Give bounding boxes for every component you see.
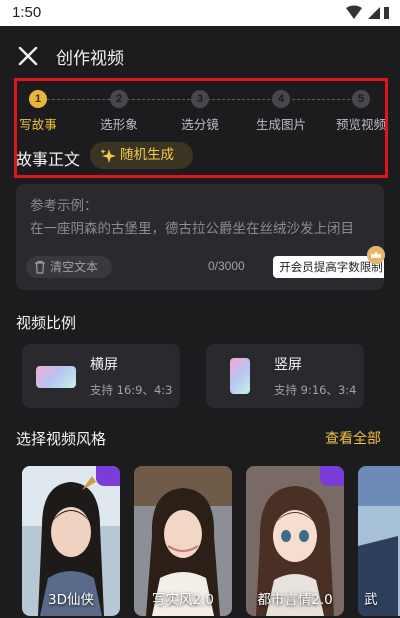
step-preview-video[interactable]: 5 预览视频 bbox=[324, 88, 398, 133]
style-label: 3D仙侠 bbox=[48, 592, 94, 608]
step-generate-images[interactable]: 4 生成图片 bbox=[244, 88, 318, 133]
step-label: 选形象 bbox=[100, 117, 138, 132]
trash-icon bbox=[35, 260, 45, 274]
style-card-3d-xianxia[interactable]: 3D仙侠 bbox=[22, 466, 120, 616]
style-section-title: 选择视频风格 bbox=[16, 430, 107, 448]
step-choose-storyboard[interactable]: 3 选分镜 bbox=[163, 88, 237, 133]
step-number: 2 bbox=[110, 90, 128, 108]
see-all-link[interactable]: 查看全部 bbox=[325, 428, 381, 448]
clear-text-label: 清空文本 bbox=[50, 260, 99, 274]
style-tag-badge bbox=[96, 466, 120, 486]
step-label: 选分镜 bbox=[181, 117, 219, 132]
style-card-realistic[interactable]: 写实风2.0 bbox=[134, 466, 232, 616]
step-number: 1 bbox=[29, 90, 47, 108]
random-generate-button[interactable]: 随机生成 bbox=[90, 142, 193, 169]
landscape-thumbnail bbox=[36, 366, 76, 388]
step-progress: 1 写故事 2 选形象 3 选分镜 4 生成图片 5 预览视频 bbox=[16, 88, 388, 132]
text-fade-overlay bbox=[16, 234, 384, 256]
style-label: 写实风2.0 bbox=[152, 592, 214, 608]
style-card-partial[interactable]: 武 bbox=[358, 466, 400, 616]
step-number: 4 bbox=[272, 90, 290, 108]
page-title: 创作视频 bbox=[56, 49, 124, 69]
style-carousel[interactable]: 3D仙侠 写实风2.0 都市言情2.0 武 bbox=[0, 462, 400, 618]
step-label: 写故事 bbox=[19, 117, 57, 132]
step-choose-character[interactable]: 2 选形象 bbox=[82, 88, 156, 133]
step-write-story[interactable]: 1 写故事 bbox=[1, 88, 75, 133]
story-text-area[interactable]: 参考示例： 在一座阴森的古堡里，德古拉公爵坐在丝绒沙发上闭目 清空文本 0/30… bbox=[16, 184, 384, 290]
random-generate-label: 随机生成 bbox=[120, 147, 174, 163]
ratio-name: 横屏 bbox=[90, 357, 118, 373]
style-label: 都市言情2.0 bbox=[257, 592, 333, 608]
ratio-name: 竖屏 bbox=[274, 357, 302, 373]
ratio-option-landscape[interactable]: 横屏 支持 16:9、4:3 bbox=[22, 344, 180, 408]
close-icon[interactable] bbox=[16, 44, 40, 68]
ratio-desc: 支持 9:16、3:4 bbox=[274, 383, 357, 397]
ratio-option-portrait[interactable]: 竖屏 支持 9:16、3:4 bbox=[206, 344, 364, 408]
crown-icon bbox=[367, 246, 385, 264]
style-tag-badge bbox=[320, 466, 344, 486]
status-time: 1:50 bbox=[12, 4, 42, 21]
sparkle-icon bbox=[100, 149, 116, 163]
signal-battery-icons bbox=[346, 5, 389, 19]
step-number: 3 bbox=[191, 90, 209, 108]
clear-text-button[interactable]: 清空文本 bbox=[26, 256, 112, 278]
ratio-section-title: 视频比例 bbox=[16, 314, 77, 332]
header: 创作视频 bbox=[0, 26, 400, 84]
story-section-title: 故事正文 bbox=[16, 150, 81, 169]
portrait-thumbnail bbox=[230, 358, 250, 394]
ratio-desc: 支持 16:9、4:3 bbox=[90, 383, 173, 397]
style-card-urban-romance[interactable]: 都市言情2.0 bbox=[246, 466, 344, 616]
style-label: 武 bbox=[364, 592, 378, 608]
status-bar: 1:50 bbox=[0, 0, 400, 26]
sample-label: 参考示例： bbox=[30, 198, 98, 214]
step-number: 5 bbox=[352, 90, 370, 108]
step-label: 预览视频 bbox=[335, 117, 386, 132]
character-count: 0/3000 bbox=[208, 259, 245, 273]
step-label: 生成图片 bbox=[255, 117, 306, 132]
